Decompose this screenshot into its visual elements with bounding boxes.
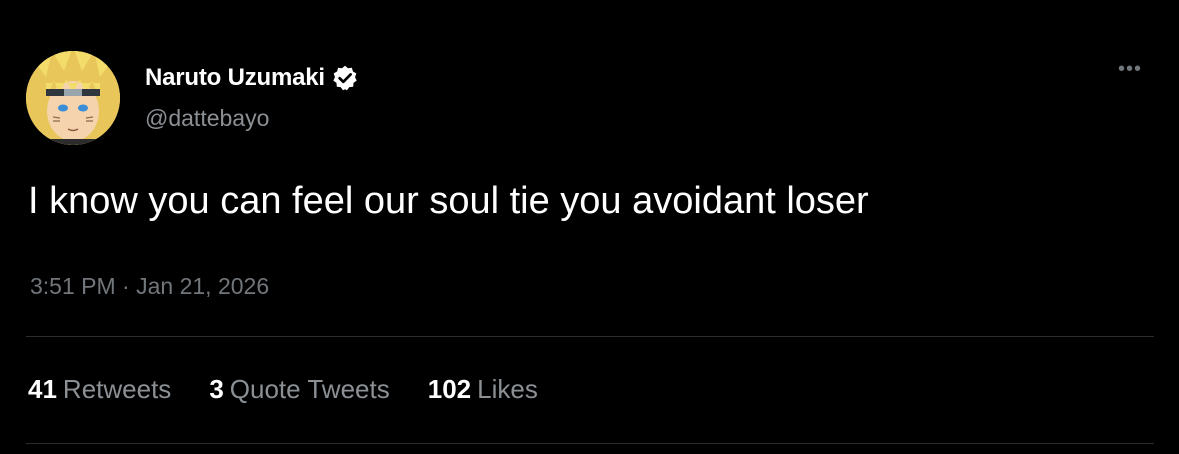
meta-separator: · xyxy=(122,273,130,299)
likes-stat[interactable]: 102 Likes xyxy=(428,374,538,405)
tweet-text: I know you can feel our soul tie you avo… xyxy=(28,180,869,222)
tweet-timestamp[interactable]: 3:51 PM · Jan 21, 2026 xyxy=(30,273,269,300)
author-name-row[interactable]: Naruto Uzumaki xyxy=(145,60,359,96)
quote-tweets-stat[interactable]: 3 Quote Tweets xyxy=(209,374,389,405)
retweets-count: 41 xyxy=(28,374,57,404)
quote-tweets-count: 3 xyxy=(209,374,224,404)
likes-count: 102 xyxy=(427,374,472,404)
tweet-date[interactable]: Jan 21, 2026 xyxy=(136,273,269,299)
display-name[interactable]: Naruto Uzumaki xyxy=(145,64,325,92)
more-options-icon[interactable]: ••• xyxy=(1118,58,1142,81)
user-handle[interactable]: @dattebayo xyxy=(145,105,269,132)
avatar[interactable] xyxy=(26,51,120,145)
verified-badge-icon xyxy=(331,64,359,92)
avatar-image xyxy=(26,51,120,145)
tweet-stats: 41 Retweets 3 Quote Tweets 102 Likes xyxy=(28,374,576,405)
retweets-label: Retweets xyxy=(62,374,172,404)
likes-label: Likes xyxy=(477,374,538,404)
divider xyxy=(26,443,1154,444)
retweets-stat[interactable]: 41 Retweets xyxy=(28,374,171,405)
quote-tweets-label: Quote Tweets xyxy=(229,374,390,404)
tweet-time[interactable]: 3:51 PM xyxy=(30,273,116,299)
divider xyxy=(26,336,1154,337)
